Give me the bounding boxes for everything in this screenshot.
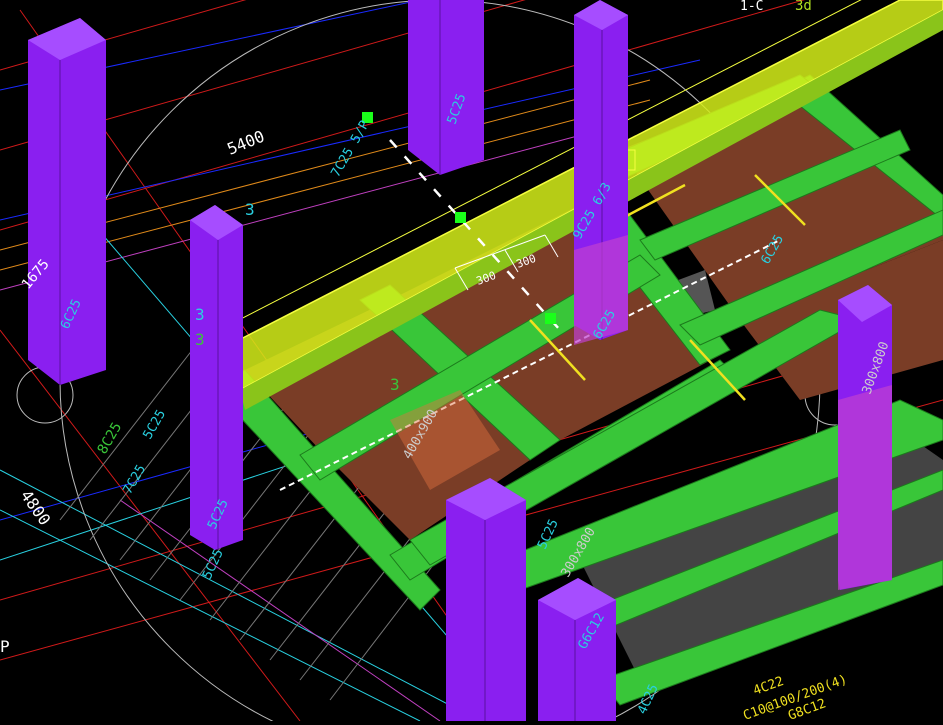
column[interactable] — [838, 285, 892, 590]
cad-3d-viewport[interactable]: 5400 4800 1675 300 300 3 3 P 1-C 3d 7C25… — [0, 0, 943, 725]
column[interactable] — [538, 578, 616, 721]
slab-number: 3 — [195, 330, 205, 349]
grip-handle[interactable] — [545, 313, 556, 324]
grid-bubble-label-top: 3 — [245, 200, 255, 219]
model-canvas[interactable]: 5400 4800 1675 300 300 3 3 P 1-C 3d 7C25… — [0, 0, 943, 725]
slab-number: 3 — [390, 375, 400, 394]
grip-handle[interactable] — [455, 212, 466, 223]
column[interactable] — [408, 0, 484, 175]
column[interactable] — [446, 478, 526, 721]
grid-bubble-label-left: 3 — [195, 305, 205, 324]
grid-bubble-label-tr-a: 1-C — [740, 0, 763, 14]
grid-bubble-label-tr-b: 3d — [795, 0, 812, 14]
grid-bubble-label-p: P — [0, 637, 10, 656]
column[interactable] — [190, 205, 243, 550]
column[interactable] — [574, 0, 628, 345]
